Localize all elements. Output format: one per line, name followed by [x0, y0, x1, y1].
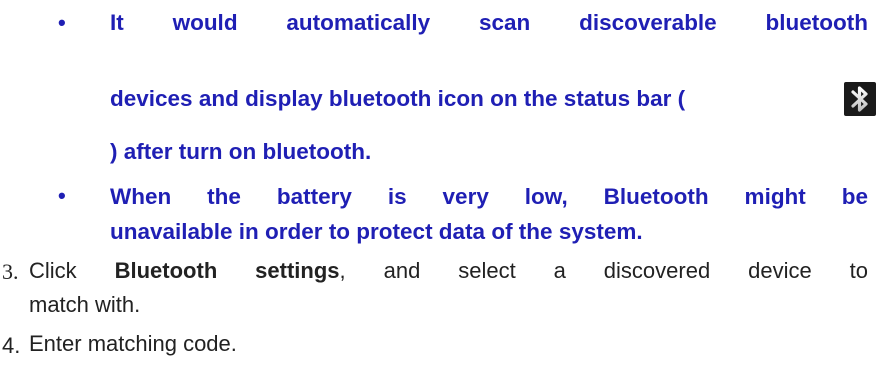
step-number: 3. [2, 259, 19, 284]
bullet-line: devices and display bluetooth icon on th… [110, 86, 686, 111]
bluetooth-icon [844, 82, 876, 116]
step-line: match with. [29, 292, 141, 317]
bullet-line: It would automatically scan discoverable… [110, 10, 868, 35]
bullet-symbol: • [58, 10, 66, 35]
step-line: Enter matching code. [29, 331, 237, 356]
bullet-line: ) after turn on bluetooth. [110, 139, 372, 164]
bullet-line: unavailable in order to protect data of … [110, 219, 643, 244]
step-emphasis: Bluetooth settings [114, 258, 340, 283]
bullet-symbol: • [58, 183, 66, 208]
step-line: Click Bluetooth settings, and select a d… [29, 260, 868, 282]
step-text: Click [29, 258, 115, 283]
step-number: 4. [2, 333, 21, 358]
bullet-line: When the battery is very low, Bluetooth … [110, 184, 868, 209]
step-text: , and select a discovered device to [339, 258, 869, 283]
